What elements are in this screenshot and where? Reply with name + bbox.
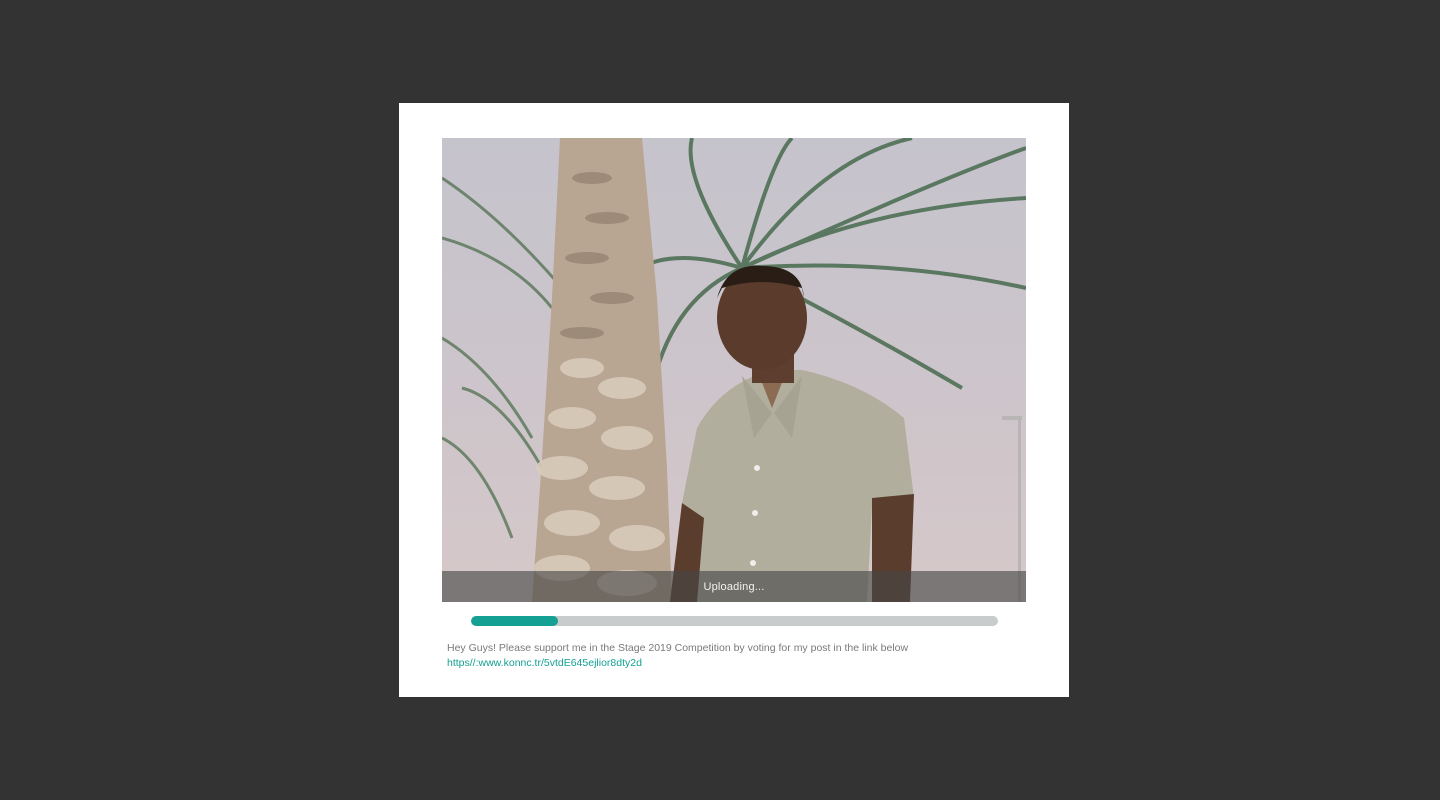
upload-status-text: Uploading...: [703, 580, 765, 593]
caption-link[interactable]: https//:www.konnc.tr/5vtdE645ejlior8dty2…: [447, 656, 1027, 671]
post-caption: Hey Guys! Please support me in the Stage…: [447, 641, 1027, 671]
photo-illustration: [442, 138, 1026, 602]
caption-text: Hey Guys! Please support me in the Stage…: [447, 642, 909, 654]
upload-status-bar: Uploading...: [442, 571, 1026, 602]
upload-modal: Uploading... Hey Guys! Please support me…: [399, 103, 1069, 697]
post-photo: Uploading...: [442, 138, 1026, 602]
upload-progress-bar: [471, 616, 998, 626]
upload-progress-fill: [471, 616, 558, 626]
